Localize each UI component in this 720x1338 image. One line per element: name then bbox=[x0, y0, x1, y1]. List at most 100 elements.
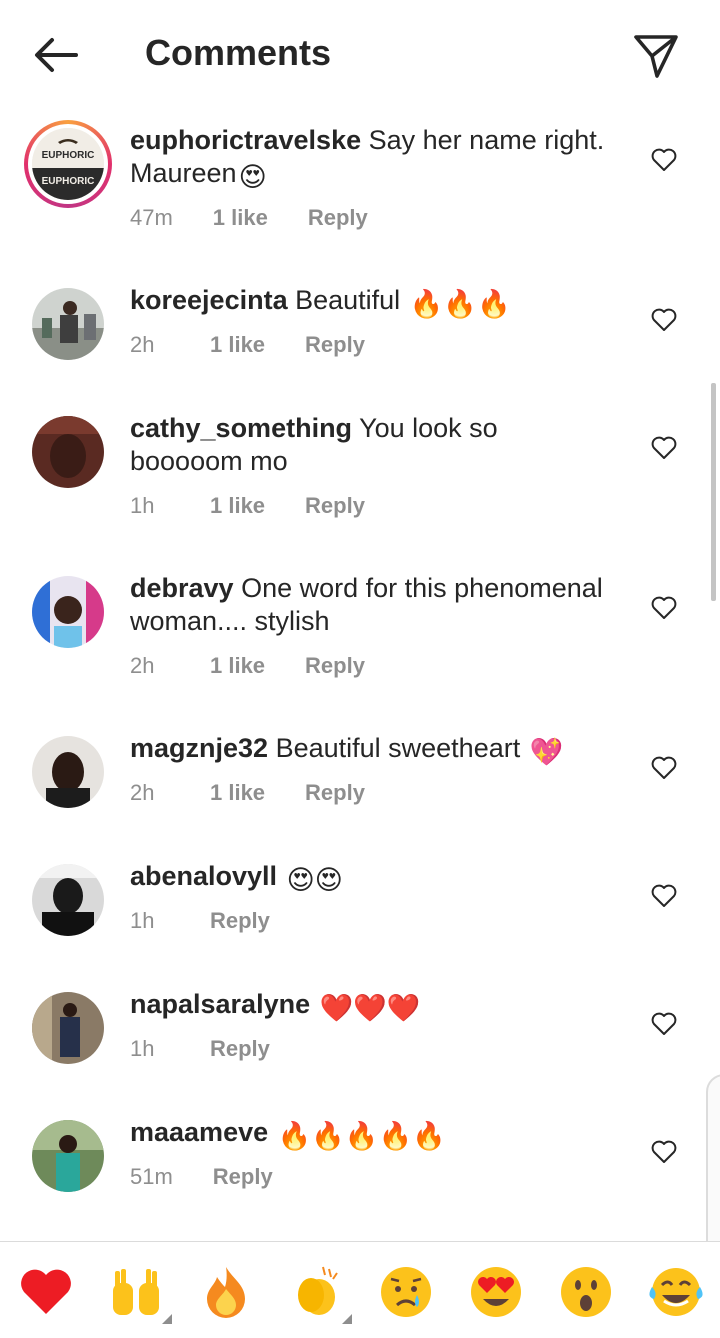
emoji: 😍 bbox=[238, 162, 267, 192]
username[interactable]: debravy bbox=[130, 573, 234, 603]
like-button[interactable] bbox=[648, 880, 680, 912]
profile-photo bbox=[32, 1120, 104, 1192]
heart-outline-icon bbox=[651, 436, 677, 459]
comment-meta: 2h 1 like Reply bbox=[130, 780, 365, 806]
page-title: Comments bbox=[145, 32, 332, 73]
reply-button[interactable]: Reply bbox=[213, 1164, 273, 1190]
raised-hands-icon bbox=[113, 1269, 159, 1315]
profile-photo bbox=[32, 576, 104, 648]
skin-tone-indicator bbox=[162, 1314, 172, 1324]
comment-text: maaameve 🔥🔥🔥🔥🔥 bbox=[130, 1116, 610, 1153]
reaction-heart-eyes-button[interactable] bbox=[468, 1264, 524, 1320]
comment-text: napalsaralyne ❤️❤️❤️ bbox=[130, 988, 610, 1025]
like-button[interactable] bbox=[648, 752, 680, 784]
heart-outline-icon bbox=[651, 756, 677, 779]
reply-button[interactable]: Reply bbox=[305, 653, 365, 679]
clapping-hands-icon bbox=[298, 1266, 338, 1315]
emoji: 😍😍 bbox=[286, 865, 343, 895]
skin-tone-indicator bbox=[342, 1314, 352, 1324]
arrow-left-icon bbox=[35, 38, 78, 72]
red-heart-icon bbox=[21, 1269, 71, 1314]
like-button[interactable] bbox=[648, 144, 680, 176]
reaction-surprised-button[interactable] bbox=[558, 1264, 614, 1320]
username[interactable]: koreejecinta bbox=[130, 285, 288, 315]
timestamp: 1h bbox=[130, 908, 155, 933]
comment-meta: 2h 1 like Reply bbox=[130, 653, 365, 679]
reply-button[interactable]: Reply bbox=[210, 908, 270, 934]
profile-photo bbox=[32, 288, 104, 360]
reaction-laughing-button[interactable] bbox=[648, 1264, 704, 1320]
avatar[interactable] bbox=[32, 288, 104, 360]
emoji: 🔥🔥🔥🔥🔥 bbox=[277, 1121, 446, 1151]
like-button[interactable] bbox=[648, 432, 680, 464]
send-icon bbox=[634, 35, 678, 78]
avatar[interactable] bbox=[32, 416, 104, 488]
reaction-crying-face-button[interactable] bbox=[378, 1264, 434, 1320]
username[interactable]: euphorictravelske bbox=[130, 125, 361, 155]
comment-meta: 2h 1 like Reply bbox=[130, 332, 365, 358]
timestamp: 1h bbox=[130, 1036, 155, 1061]
heart-eyes-face-icon bbox=[471, 1267, 521, 1317]
like-count[interactable]: 1 like bbox=[213, 205, 268, 231]
username[interactable]: cathy_something bbox=[130, 413, 352, 443]
profile-photo bbox=[32, 864, 104, 936]
like-count[interactable]: 1 like bbox=[210, 493, 265, 519]
avatar[interactable] bbox=[32, 992, 104, 1064]
timestamp: 2h bbox=[130, 653, 155, 678]
emoji: 💖 bbox=[529, 737, 564, 767]
profile-photo bbox=[32, 416, 104, 488]
logo-text: EUPHORIC bbox=[42, 150, 95, 161]
like-button[interactable] bbox=[648, 1136, 680, 1168]
reaction-clap-button[interactable] bbox=[288, 1264, 344, 1320]
reply-button[interactable]: Reply bbox=[210, 1036, 270, 1062]
comment-meta: 1h 1 like Reply bbox=[130, 493, 365, 519]
reaction-heart-button[interactable] bbox=[18, 1264, 74, 1320]
avatar[interactable] bbox=[32, 864, 104, 936]
comment-text: koreejecinta Beautiful 🔥🔥🔥 bbox=[130, 284, 610, 321]
comment-body: Beautiful sweetheart bbox=[275, 733, 521, 763]
comment-meta: 51m Reply bbox=[130, 1164, 273, 1190]
heart-outline-icon bbox=[651, 1012, 677, 1035]
reply-button[interactable]: Reply bbox=[308, 205, 368, 231]
quick-reaction-bar bbox=[0, 1241, 720, 1338]
username[interactable]: napalsaralyne bbox=[130, 989, 310, 1019]
reaction-raised-hands-button[interactable] bbox=[108, 1264, 164, 1320]
like-button[interactable] bbox=[648, 304, 680, 336]
reply-button[interactable]: Reply bbox=[305, 332, 365, 358]
heart-outline-icon bbox=[651, 884, 677, 907]
comment-text: abenalovyll 😍😍 bbox=[130, 860, 610, 897]
header: Comments bbox=[0, 0, 720, 108]
share-button[interactable] bbox=[628, 28, 684, 84]
username[interactable]: abenalovyll bbox=[130, 861, 277, 891]
comment-meta: 47m 1 like Reply bbox=[130, 205, 368, 231]
username[interactable]: maaameve bbox=[130, 1117, 268, 1147]
fire-icon bbox=[207, 1267, 245, 1318]
like-count[interactable]: 1 like bbox=[210, 780, 265, 806]
like-button[interactable] bbox=[648, 1008, 680, 1040]
avatar[interactable] bbox=[32, 576, 104, 648]
heart-outline-icon bbox=[651, 1140, 677, 1163]
comment-text: debravy One word for this phenomenal wom… bbox=[130, 572, 610, 638]
comment-meta: 1h Reply bbox=[130, 1036, 270, 1062]
emoji: 🔥🔥🔥 bbox=[409, 289, 511, 319]
tears-of-joy-icon bbox=[649, 1268, 703, 1316]
reaction-fire-button[interactable] bbox=[198, 1264, 254, 1320]
reply-button[interactable]: Reply bbox=[305, 493, 365, 519]
like-count[interactable]: 1 like bbox=[210, 332, 265, 358]
avatar[interactable] bbox=[32, 1120, 104, 1192]
back-button[interactable] bbox=[28, 30, 84, 80]
scrollbar[interactable] bbox=[711, 383, 716, 601]
heart-outline-icon bbox=[651, 308, 677, 331]
reply-button[interactable]: Reply bbox=[305, 780, 365, 806]
avatar[interactable]: EUPHORIC EUPHORIC bbox=[24, 120, 112, 208]
profile-photo bbox=[32, 992, 104, 1064]
timestamp: 2h bbox=[130, 780, 155, 805]
logo-text: EUPHORIC bbox=[42, 176, 95, 187]
like-count[interactable]: 1 like bbox=[210, 653, 265, 679]
like-button[interactable] bbox=[648, 592, 680, 624]
heart-outline-icon bbox=[651, 596, 677, 619]
avatar[interactable] bbox=[32, 736, 104, 808]
heart-outline-icon bbox=[651, 148, 677, 171]
comment-body: Beautiful bbox=[295, 285, 401, 315]
username[interactable]: magznje32 bbox=[130, 733, 268, 763]
